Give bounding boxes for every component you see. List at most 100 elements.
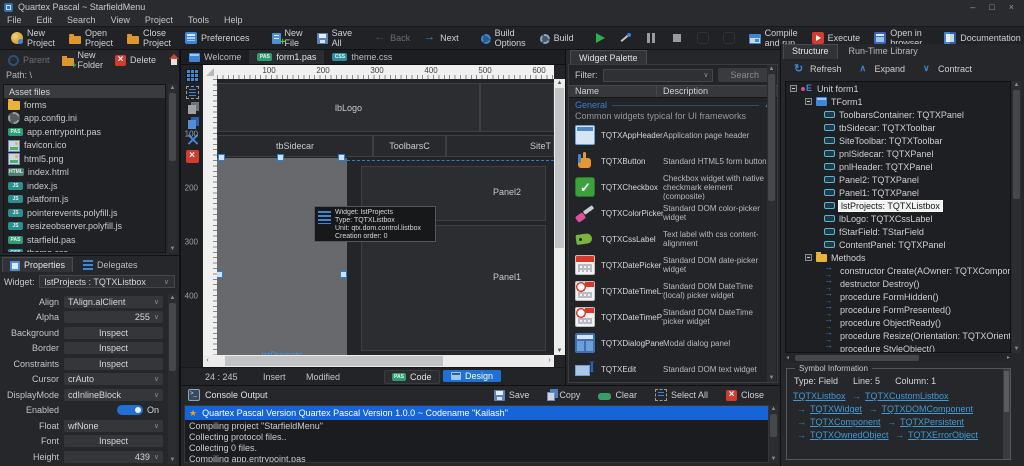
designed-label-lblogo[interactable]: lbLogo xyxy=(217,83,480,132)
tree-row[interactable]: Panel2: TQTXPanel xyxy=(786,173,1010,186)
file-row[interactable]: JS pointerevents.polyfill.js xyxy=(4,206,165,220)
tree-row[interactable]: fStarField: TStarField xyxy=(786,225,1010,238)
toolbar-button[interactable]: Next xyxy=(417,30,466,46)
palette-scrollbar[interactable]: ▲▼ xyxy=(767,65,776,382)
close-icon[interactable]: × xyxy=(1009,2,1014,12)
selection-handle[interactable] xyxy=(340,271,347,278)
menu-item[interactable]: Search xyxy=(67,15,96,25)
console-scrollbar[interactable]: ▲▼ xyxy=(769,405,778,463)
file-browser-button[interactable]: Parent xyxy=(3,53,55,68)
tree-row[interactable]: Methods xyxy=(786,251,1010,264)
tree-row[interactable]: constructor Create(AOwner: TQTXComponent… xyxy=(786,264,1010,277)
toggle-switch[interactable] xyxy=(117,405,143,415)
filter-input[interactable]: ∨ xyxy=(603,69,714,82)
menu-item[interactable]: Project xyxy=(145,15,173,25)
expander-icon[interactable] xyxy=(790,85,797,92)
toolbar-button[interactable]: Build Options xyxy=(474,26,533,50)
designed-toolbar-tbsidecar[interactable]: tbSidecar xyxy=(217,135,373,157)
menu-item[interactable]: Tools xyxy=(188,15,209,25)
file-row[interactable]: JS platform.js xyxy=(4,193,165,207)
toolbar-button[interactable]: Back xyxy=(367,30,417,46)
file-list-scrollbar[interactable]: ▲▼ xyxy=(168,84,177,253)
file-browser-button[interactable]: New Folder xyxy=(57,48,109,72)
selection-handle[interactable] xyxy=(217,271,223,278)
tree-row[interactable]: procedure Resize(Orientation: TQTXOrient… xyxy=(786,329,1010,342)
structure-toolbar-button[interactable]: Expand xyxy=(852,62,913,76)
tree-row[interactable]: pnlSidecar: TQTXPanel xyxy=(786,147,1010,160)
property-grid-scrollbar[interactable]: ▲▼ xyxy=(168,294,177,464)
symbol-link[interactable]: TQTXCustomListbox xyxy=(865,391,949,401)
tree-row[interactable]: pnlHeader: TQTXPanel xyxy=(786,160,1010,173)
tree-row[interactable]: lstProjects: TQTXListbox xyxy=(786,199,1010,212)
expander-icon[interactable] xyxy=(805,98,812,105)
expander-icon[interactable] xyxy=(805,254,812,261)
design-view-button[interactable]: Design xyxy=(443,370,501,382)
palette-item[interactable]: TQTXAppHeader Application page header xyxy=(569,122,777,148)
editor-tab[interactable]: PAS form1.pas xyxy=(249,50,324,64)
tree-row[interactable]: destructor Destroy() xyxy=(786,277,1010,290)
structure-toolbar-button[interactable]: Contract xyxy=(915,62,979,76)
menu-item[interactable]: View xyxy=(111,15,130,25)
palette-group-header[interactable]: General ▲ Common widgets typical for UI … xyxy=(569,98,777,122)
property-editor[interactable]: TAlign.alClient ∨ xyxy=(64,296,163,308)
designer-horizontal-scrollbar[interactable]: ‹› xyxy=(203,355,554,367)
property-editor[interactable]: On ∨ xyxy=(64,404,163,416)
tree-row[interactable]: Panel1: TQTXPanel xyxy=(786,186,1010,199)
console-button[interactable]: Copy xyxy=(538,389,589,401)
tree-row[interactable]: procedure FormPresented() xyxy=(786,303,1010,316)
tree-row[interactable]: lbLogo: TQTXCssLabel xyxy=(786,212,1010,225)
file-row[interactable]: PAS app.entrypoint.pas xyxy=(4,125,165,139)
toolbar-button[interactable]: Save All xyxy=(310,26,360,50)
menu-item[interactable]: Help xyxy=(224,15,243,25)
search-button[interactable]: Search xyxy=(718,68,771,82)
property-editor[interactable]: wfNone ∨ xyxy=(64,420,163,432)
toolbar-button[interactable]: Open Project xyxy=(62,26,120,50)
tree-row[interactable]: Unit form1 xyxy=(786,82,1010,95)
file-browser-button[interactable]: Delete xyxy=(110,53,161,68)
design-canvas[interactable]: lbLogo tbSidecar ToolbarsC SiteT lstProj… xyxy=(217,79,554,355)
toolbar-button[interactable] xyxy=(690,30,716,46)
palette-item[interactable]: TQTXEdit Standard DOM text widget xyxy=(569,356,777,382)
tree-row[interactable]: procedure ObjectReady() xyxy=(786,316,1010,329)
symbol-scrollbar[interactable] xyxy=(1003,369,1010,459)
property-editor[interactable]: Inspect ∨ xyxy=(64,342,163,354)
toolbar-button[interactable] xyxy=(589,31,612,45)
console-button[interactable]: Select All xyxy=(646,389,717,401)
palette-item[interactable]: TQTXCheckbox Checkbox widget with native… xyxy=(569,174,777,200)
properties-tab[interactable]: Delegates xyxy=(75,257,146,272)
toolbar-button[interactable] xyxy=(612,30,638,46)
file-row[interactable]: CSS theme.css xyxy=(4,247,165,254)
palette-item[interactable]: TQTXButton Standard HTML5 form button xyxy=(569,148,777,174)
structure-horizontal-scrollbar[interactable]: ◂▸ xyxy=(785,354,1011,362)
tree-row[interactable]: ToolbarsContainer: TQTXPanel xyxy=(786,108,1010,121)
console-line[interactable]: Quartex Pascal Version Quartex Pascal Ve… xyxy=(185,406,768,420)
widget-palette-tab[interactable]: Widget Palette xyxy=(570,50,647,64)
selection-handle[interactable] xyxy=(338,154,345,161)
designed-toolbar-toolbarscontainer[interactable]: ToolbarsC xyxy=(373,135,446,157)
file-row[interactable]: JS resizeobserver.polyfill.js xyxy=(4,220,165,234)
widget-selector[interactable]: lstProjects : TQTXListbox ∨ xyxy=(39,275,175,288)
console-line[interactable]: Collecting protocol files.. xyxy=(185,431,768,442)
toolbar-button[interactable] xyxy=(664,30,690,46)
symbol-link[interactable]: TQTXPersistent xyxy=(900,417,964,427)
property-editor[interactable]: 255 ∨ xyxy=(64,311,163,323)
tree-row[interactable]: tbSidecar: TQTXToolbar xyxy=(786,121,1010,134)
toolbar-button[interactable]: New File xyxy=(265,26,310,50)
file-row[interactable]: forms xyxy=(4,98,165,112)
editor-tab[interactable]: Welcome xyxy=(181,50,249,64)
property-editor[interactable]: Inspect ∨ xyxy=(64,435,163,447)
menu-item[interactable]: File xyxy=(7,15,22,25)
designed-listbox-lstprojects[interactable]: lstProjects xyxy=(217,158,347,355)
property-editor[interactable]: crAuto ∨ xyxy=(64,373,163,385)
console-line[interactable]: Collecting 0 files. xyxy=(185,442,768,453)
toolbar-button[interactable]: Preferences xyxy=(178,30,257,46)
palette-item[interactable]: TQTXDateTimeP... Standard DOM DateTime p… xyxy=(569,304,777,330)
symbol-link[interactable]: TQTXOwnedObject xyxy=(810,430,889,440)
console-line[interactable]: Compiling project "StarfieldMenu" xyxy=(185,420,768,431)
designed-header-panel[interactable] xyxy=(480,83,554,132)
minimize-icon[interactable]: – xyxy=(970,2,975,12)
designed-toolbar-sitetoolbar[interactable]: SiteT xyxy=(446,135,554,157)
property-editor[interactable]: cdInlineBlock ∨ xyxy=(64,389,163,401)
toolbar-button[interactable]: Close Project xyxy=(120,26,178,50)
selection-handle[interactable] xyxy=(277,154,284,161)
